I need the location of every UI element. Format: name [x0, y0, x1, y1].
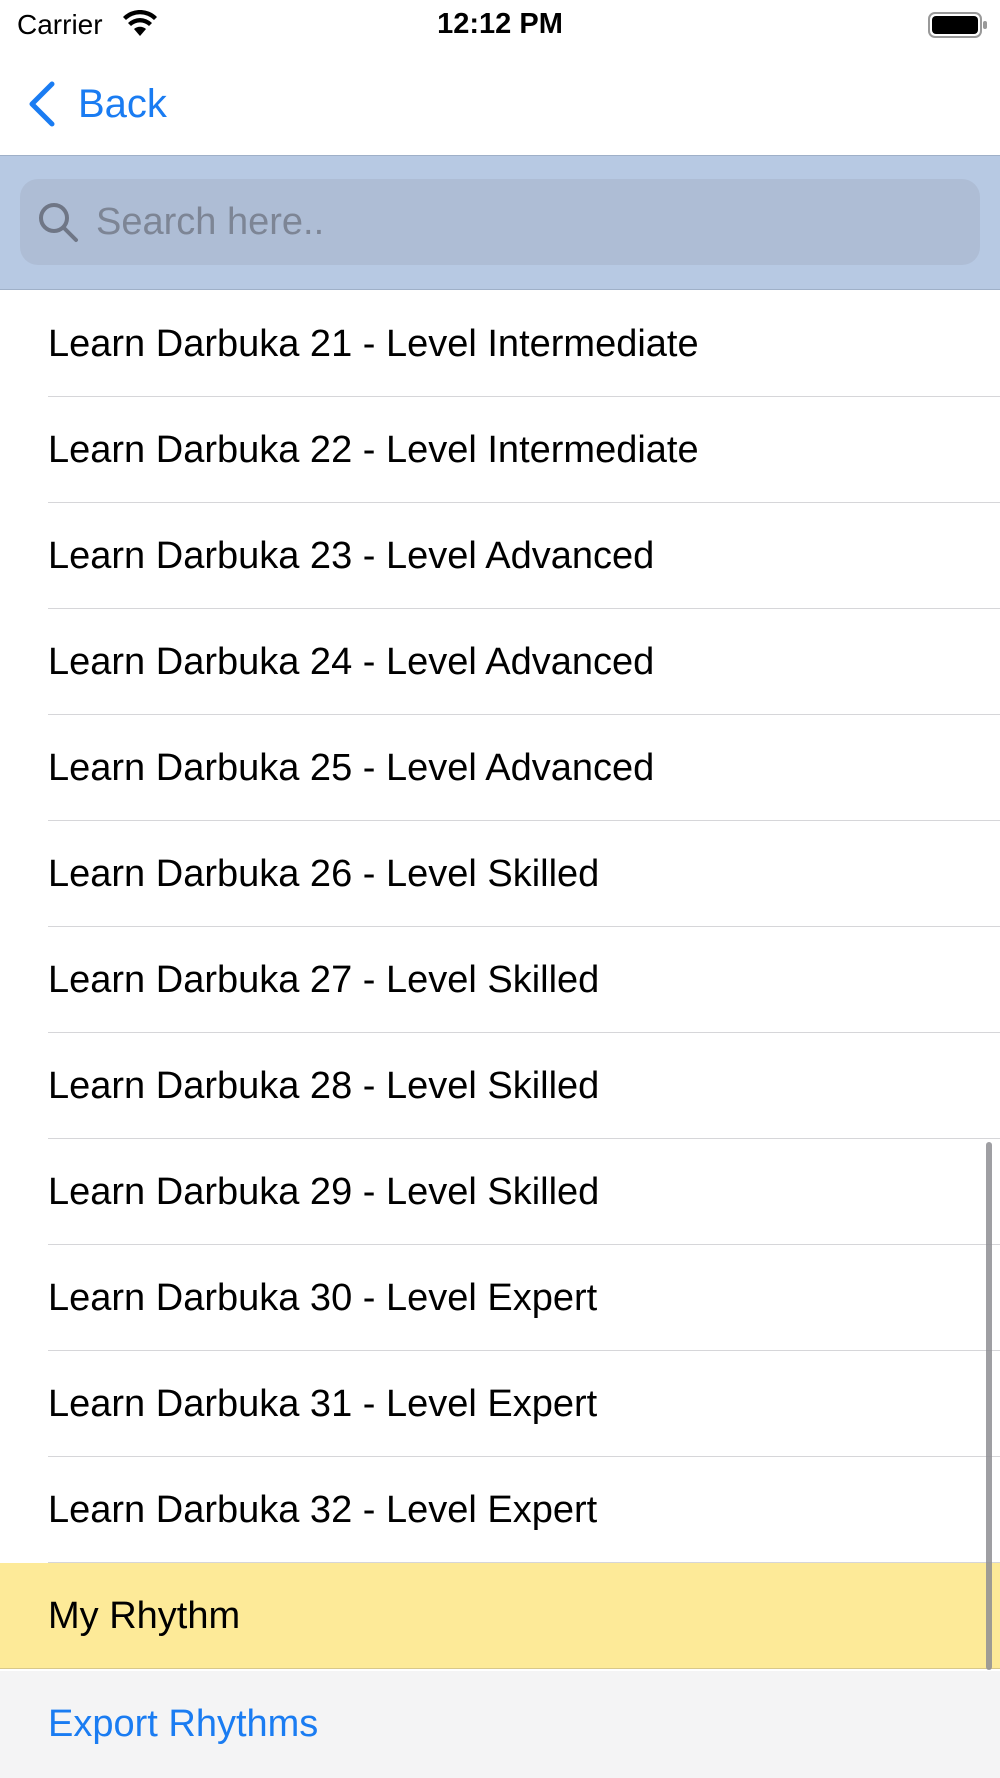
chevron-left-icon [29, 81, 55, 127]
back-label: Back [78, 81, 167, 126]
list-item[interactable]: Learn Darbuka 29 - Level Skilled [0, 1139, 1000, 1245]
list-item-label: Learn Darbuka 21 - Level Intermediate [48, 323, 699, 365]
list-item[interactable]: Learn Darbuka 21 - Level Intermediate [0, 291, 1000, 397]
list-item-label: Learn Darbuka 25 - Level Advanced [48, 747, 655, 789]
list-item[interactable]: Learn Darbuka 27 - Level Skilled [0, 927, 1000, 1033]
search-icon [39, 203, 78, 242]
search-input[interactable] [94, 199, 958, 245]
back-button[interactable]: Back [26, 76, 167, 132]
scroll-indicator[interactable] [986, 1142, 992, 1670]
battery-icon [928, 12, 987, 38]
search-bar [0, 155, 1000, 290]
list-item-label: Learn Darbuka 29 - Level Skilled [48, 1171, 600, 1213]
list-item-label: Learn Darbuka 24 - Level Advanced [48, 641, 655, 683]
list-item-label: Learn Darbuka 32 - Level Expert [48, 1489, 598, 1531]
list-item[interactable]: Learn Darbuka 30 - Level Expert [0, 1245, 1000, 1351]
lesson-list: Learn Darbuka 21 - Level Intermediate Le… [0, 291, 1000, 1669]
list-item-label: Learn Darbuka 27 - Level Skilled [48, 959, 600, 1001]
list-item-label: Learn Darbuka 26 - Level Skilled [48, 853, 600, 895]
export-rhythms-label: Export Rhythms [48, 1703, 319, 1745]
list-item-label: Learn Darbuka 23 - Level Advanced [48, 535, 655, 577]
list-item-label: Learn Darbuka 30 - Level Expert [48, 1277, 598, 1319]
list-item[interactable]: Learn Darbuka 32 - Level Expert [0, 1457, 1000, 1563]
my-rhythm-label: My Rhythm [48, 1595, 241, 1637]
my-rhythm-item[interactable]: My Rhythm [0, 1563, 1000, 1669]
list-item[interactable]: Learn Darbuka 26 - Level Skilled [0, 821, 1000, 927]
list-item[interactable]: Learn Darbuka 28 - Level Skilled [0, 1033, 1000, 1139]
list-item-label: Learn Darbuka 22 - Level Intermediate [48, 429, 699, 471]
status-time: 12:12 PM [437, 8, 563, 40]
status-bar: Carrier 12:12 PM [0, 0, 1000, 52]
list-item[interactable]: Learn Darbuka 24 - Level Advanced [0, 609, 1000, 715]
list-item[interactable]: Learn Darbuka 31 - Level Expert [0, 1351, 1000, 1457]
list-item-label: Learn Darbuka 31 - Level Expert [48, 1383, 598, 1425]
list-item-label: Learn Darbuka 28 - Level Skilled [48, 1065, 600, 1107]
list-item[interactable]: Learn Darbuka 25 - Level Advanced [0, 715, 1000, 821]
navigation-bar: Back [0, 52, 1000, 155]
search-field[interactable] [20, 179, 980, 265]
list-item[interactable]: Learn Darbuka 22 - Level Intermediate [0, 397, 1000, 503]
screen: Carrier 12:12 PM Back Search here.. Lear… [0, 0, 1000, 1778]
list-item[interactable]: Learn Darbuka 23 - Level Advanced [0, 503, 1000, 609]
export-rhythms-button[interactable]: Export Rhythms [0, 1671, 1000, 1778]
